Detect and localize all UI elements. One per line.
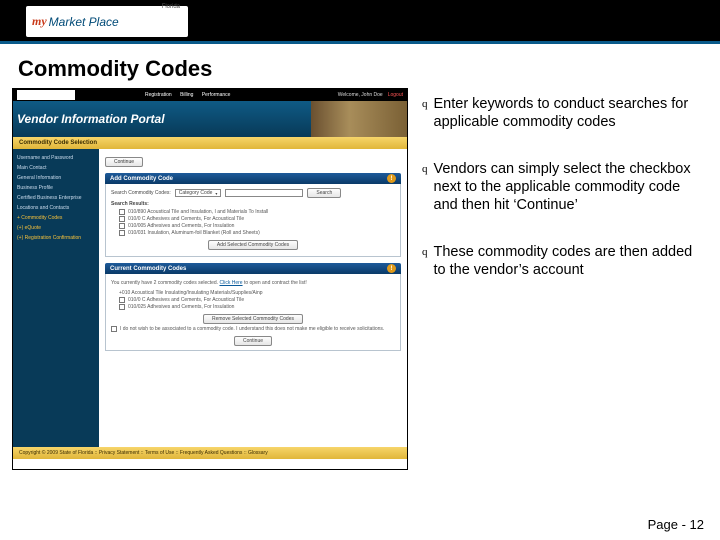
content-area: Registration Billing Performance Welcome… (0, 88, 720, 470)
bullet-text: Vendors can simply select the checkbox n… (434, 161, 699, 214)
opt-out-row: I do not wish to be associated to a comm… (111, 326, 395, 332)
remove-selected-button[interactable]: Remove Selected Commodity Codes (203, 314, 303, 324)
search-mode-value: Category Code (179, 190, 213, 196)
panel-add-body: Search Commodity Codes: Category Code ▾ … (105, 184, 401, 257)
logo-sup: Florida (162, 4, 180, 10)
current-text: 010/0 C Adhesives and Cements, For Acous… (128, 297, 244, 303)
side-item-commodity-codes[interactable]: + Commodity Codes (17, 214, 95, 222)
nav-billing[interactable]: Billing (180, 92, 193, 98)
app-footer: Copyright © 2009 State of Florida :: Pri… (13, 447, 407, 459)
app-sidebar: Username and Password Main Contact Gener… (13, 149, 99, 447)
side-item[interactable]: Business Profile (17, 184, 95, 192)
bullet-item: q These commodity codes are then added t… (422, 244, 698, 279)
banner-photo (311, 101, 407, 137)
search-row: Search Commodity Codes: Category Code ▾ … (111, 188, 395, 198)
result-row: 010/005 Adhesives and Cements, For Insul… (119, 223, 395, 229)
current-text: 010/025 Adhesives and Cements, For Insul… (128, 304, 234, 310)
current-note: You currently have 2 commodity codes sel… (111, 280, 395, 286)
panel-current-title: Current Commodity Codes (110, 266, 186, 272)
search-input[interactable] (225, 189, 303, 197)
current-text: +010 Acoustical Tile Insulating/Insulati… (119, 290, 263, 296)
checkbox[interactable] (119, 230, 125, 236)
app-body: Username and Password Main Contact Gener… (13, 149, 407, 447)
result-text: 010/0 C Adhesives and Cements, For Acous… (128, 216, 244, 222)
search-mode-select[interactable]: Category Code ▾ (175, 189, 222, 197)
checkbox[interactable] (119, 209, 125, 215)
opt-out-checkbox[interactable] (111, 326, 117, 332)
side-item[interactable]: (+) Registration Confirmation (17, 234, 95, 242)
checkbox[interactable] (119, 216, 125, 222)
brand-logo: my Market Place Florida (26, 6, 188, 37)
logout-link[interactable]: Logout (388, 92, 403, 98)
checkbox[interactable] (119, 297, 125, 303)
result-row: 010/031 Insulation, Aluminum-foil Blanke… (119, 230, 395, 236)
result-row: 010/890 Acoustical Tile and Insulation, … (119, 209, 395, 215)
continue-button-bottom[interactable]: Continue (234, 336, 272, 346)
page-number: Page - 12 (648, 517, 704, 532)
current-row: +010 Acoustical Tile Insulating/Insulati… (119, 290, 395, 296)
app-topbar: Registration Billing Performance Welcome… (13, 89, 407, 101)
app-banner: Vendor Information Portal (13, 101, 407, 137)
side-item[interactable]: Main Contact (17, 164, 95, 172)
banner-title: Vendor Information Portal (17, 112, 165, 126)
bullet-text: These commodity codes are then added to … (434, 244, 699, 279)
slide-title: Commodity Codes (18, 56, 720, 82)
welcome-text: Welcome, John Doe (338, 92, 383, 98)
logo-prefix: my (32, 14, 47, 29)
side-item[interactable]: (+) eQuote (17, 224, 95, 232)
search-button[interactable]: Search (307, 188, 341, 198)
side-item[interactable]: Locations and Contacts (17, 204, 95, 212)
panel-current-body: You currently have 2 commodity codes sel… (105, 274, 401, 351)
search-label: Search Commodity Codes: (111, 190, 171, 196)
side-item[interactable]: General Information (17, 174, 95, 182)
bullet-mark: q (422, 246, 428, 279)
result-row: 010/0 C Adhesives and Cements, For Acous… (119, 216, 395, 222)
bullet-text: Enter keywords to conduct searches for a… (434, 96, 699, 131)
chevron-down-icon: ▾ (215, 191, 217, 196)
panel-add-title: Add Commodity Code (110, 176, 173, 182)
section-bar: Commodity Code Selection (13, 137, 407, 149)
current-row: 010/025 Adhesives and Cements, For Insul… (119, 304, 395, 310)
checkbox[interactable] (119, 223, 125, 229)
app-mini-logo (17, 90, 75, 100)
bullet-list: q Enter keywords to conduct searches for… (408, 88, 708, 470)
app-screenshot: Registration Billing Performance Welcome… (12, 88, 408, 470)
bullet-mark: q (422, 98, 428, 131)
app-main: Continue Add Commodity Code ! Search Com… (99, 149, 407, 447)
slide-header: my Market Place Florida (0, 0, 720, 44)
result-text: 010/005 Adhesives and Cements, For Insul… (128, 223, 234, 229)
nav-registration[interactable]: Registration (145, 92, 172, 98)
opt-out-text: I do not wish to be associated to a comm… (120, 326, 384, 332)
info-icon: ! (387, 174, 396, 183)
panel-add-header: Add Commodity Code ! (105, 173, 401, 184)
nav-performance[interactable]: Performance (202, 92, 231, 98)
app-nav: Registration Billing Performance (145, 92, 237, 98)
info-icon: ! (387, 264, 396, 273)
bullet-mark: q (422, 163, 428, 214)
results-label: Search Results: (111, 201, 395, 207)
click-here-link[interactable]: Click Here (220, 280, 243, 286)
bullet-item: q Enter keywords to conduct searches for… (422, 96, 698, 131)
panel-current-header: Current Commodity Codes ! (105, 263, 401, 274)
logo-text: Market Place (49, 15, 119, 29)
result-text: 010/031 Insulation, Aluminum-foil Blanke… (128, 230, 260, 236)
add-selected-button[interactable]: Add Selected Commodity Codes (208, 240, 298, 250)
side-item[interactable]: Certified Business Enterprise (17, 194, 95, 202)
checkbox[interactable] (119, 304, 125, 310)
continue-button-top[interactable]: Continue (105, 157, 143, 167)
bullet-item: q Vendors can simply select the checkbox… (422, 161, 698, 214)
current-row: 010/0 C Adhesives and Cements, For Acous… (119, 297, 395, 303)
result-text: 010/890 Acoustical Tile and Insulation, … (128, 209, 268, 215)
side-item[interactable]: Username and Password (17, 154, 95, 162)
